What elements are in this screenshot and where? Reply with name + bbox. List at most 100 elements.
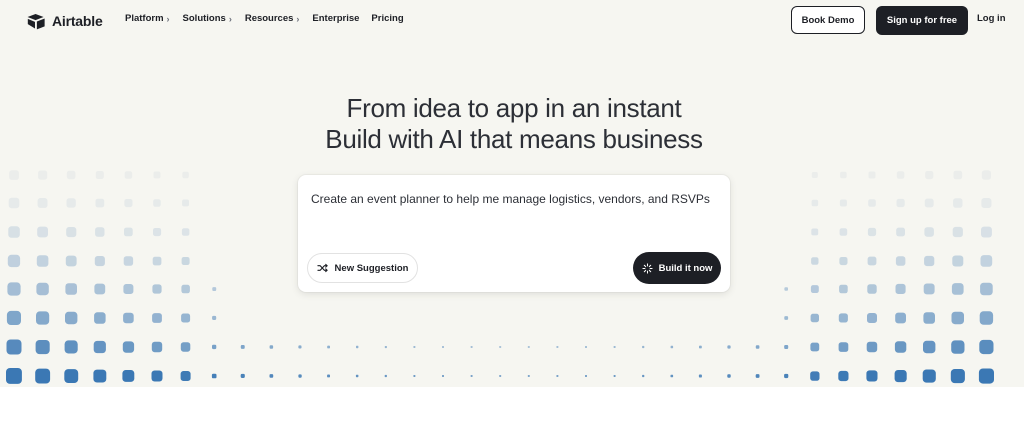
- decor-dot: [642, 374, 645, 378]
- decor-dot: [953, 170, 963, 180]
- decor-dot: [642, 345, 645, 349]
- decor-dot: [182, 199, 189, 207]
- decor-dot: [94, 312, 106, 324]
- decor-dot: [952, 226, 963, 238]
- menu-solutions-label: Solutions: [182, 13, 226, 24]
- decor-dot: [122, 341, 135, 353]
- decor-dot: [6, 310, 22, 325]
- decor-dot: [212, 315, 217, 320]
- decor-dot: [442, 346, 444, 348]
- decor-dot: [895, 256, 906, 266]
- menu-platform-label: Platform: [125, 13, 164, 24]
- decor-dot: [123, 256, 134, 266]
- decor-dot: [413, 375, 416, 377]
- menu-pricing[interactable]: Pricing: [371, 13, 403, 24]
- decor-dot: [784, 373, 789, 379]
- menu-enterprise[interactable]: Enterprise: [312, 13, 359, 24]
- decor-dot: [839, 257, 848, 266]
- decor-dot: [123, 284, 134, 294]
- decor-dot: [755, 345, 760, 349]
- new-suggestion-button[interactable]: New Suggestion: [307, 253, 418, 283]
- book-demo-button[interactable]: Book Demo: [791, 6, 865, 34]
- menu-platform[interactable]: Platform ›: [125, 13, 170, 24]
- decor-dot: [327, 345, 330, 349]
- decor-dot: [839, 228, 848, 236]
- decor-dot: [556, 375, 559, 377]
- decor-dot: [810, 342, 820, 352]
- decor-dot: [981, 170, 991, 180]
- decor-dot: [950, 369, 965, 384]
- decor-dot: [65, 283, 77, 295]
- decor-dot: [699, 345, 702, 349]
- decor-dot: [181, 257, 190, 265]
- decor-dot: [93, 340, 106, 354]
- decor-dot: [152, 313, 162, 323]
- decor-dot: [868, 199, 876, 207]
- menu-resources[interactable]: Resources ›: [245, 13, 300, 24]
- decor-dot: [8, 226, 20, 238]
- decor-dot: [95, 198, 105, 208]
- decor-dot: [153, 199, 161, 207]
- decor-dot: [866, 341, 878, 353]
- decor-dot: [470, 375, 473, 377]
- decor-dot: [384, 346, 387, 349]
- decor-dot: [180, 371, 191, 381]
- decor-dot: [527, 346, 530, 348]
- decor-dot: [124, 227, 133, 237]
- airtable-logo-icon: [27, 13, 46, 30]
- hero-line-1: From idea to app in an instant: [346, 93, 682, 123]
- top-nav: Airtable Platform › Solutions › Resource…: [0, 0, 1024, 42]
- decor-dot: [981, 226, 992, 238]
- decor-dot: [212, 287, 217, 291]
- decor-dot: [413, 346, 416, 348]
- decor-dot: [811, 257, 819, 265]
- decor-dot: [810, 313, 819, 323]
- menu-enterprise-label: Enterprise: [312, 13, 360, 24]
- decor-dot: [153, 171, 161, 179]
- decor-dot: [811, 228, 819, 236]
- decor-dot: [980, 282, 993, 296]
- brand-logo[interactable]: Airtable: [27, 11, 103, 31]
- brand-name: Airtable: [52, 13, 103, 29]
- decor-dot: [64, 340, 78, 354]
- decor-dot: [152, 256, 162, 266]
- decor-dot: [923, 340, 936, 354]
- menu-resources-label: Resources: [244, 13, 294, 24]
- decor-dot: [122, 370, 135, 382]
- hero-headline: From idea to app in an instant Build wit…: [0, 93, 1024, 155]
- decor-dot: [182, 171, 189, 179]
- decor-dot: [924, 227, 934, 237]
- decor-dot: [670, 374, 674, 378]
- chevron-right-icon: ›: [296, 13, 300, 24]
- decor-dot: [978, 368, 994, 384]
- decor-dot: [895, 312, 906, 324]
- decor-dot: [867, 227, 877, 237]
- decor-dot: [951, 311, 964, 325]
- decor-dot: [894, 341, 907, 353]
- decor-dot: [6, 339, 22, 355]
- decor-dot: [951, 283, 964, 295]
- sparkle-icon: [641, 262, 653, 274]
- build-it-now-button[interactable]: Build it now: [633, 252, 721, 284]
- sign-up-button[interactable]: Sign up for free: [876, 6, 968, 35]
- decor-dot: [896, 198, 905, 208]
- decor-dot: [556, 346, 559, 348]
- decor-dot: [298, 374, 302, 378]
- decor-dot: [895, 283, 906, 294]
- chevron-right-icon: ›: [166, 13, 170, 24]
- decor-dot: [95, 227, 105, 237]
- decor-dot: [152, 284, 162, 294]
- decor-dot: [298, 345, 302, 349]
- decor-dot: [755, 374, 760, 378]
- decor-dot: [269, 374, 274, 378]
- decor-dot: [94, 283, 106, 295]
- decor-dot: [868, 171, 876, 179]
- decor-dot: [981, 198, 992, 208]
- prompt-input[interactable]: Create an event planner to help me manag…: [311, 192, 710, 206]
- menu-solutions[interactable]: Solutions ›: [183, 13, 232, 24]
- decor-dot: [866, 370, 878, 382]
- log-in-link[interactable]: Log in: [977, 13, 1006, 24]
- decor-dot: [585, 375, 587, 377]
- decor-dot: [923, 283, 935, 295]
- decor-dot: [64, 369, 79, 383]
